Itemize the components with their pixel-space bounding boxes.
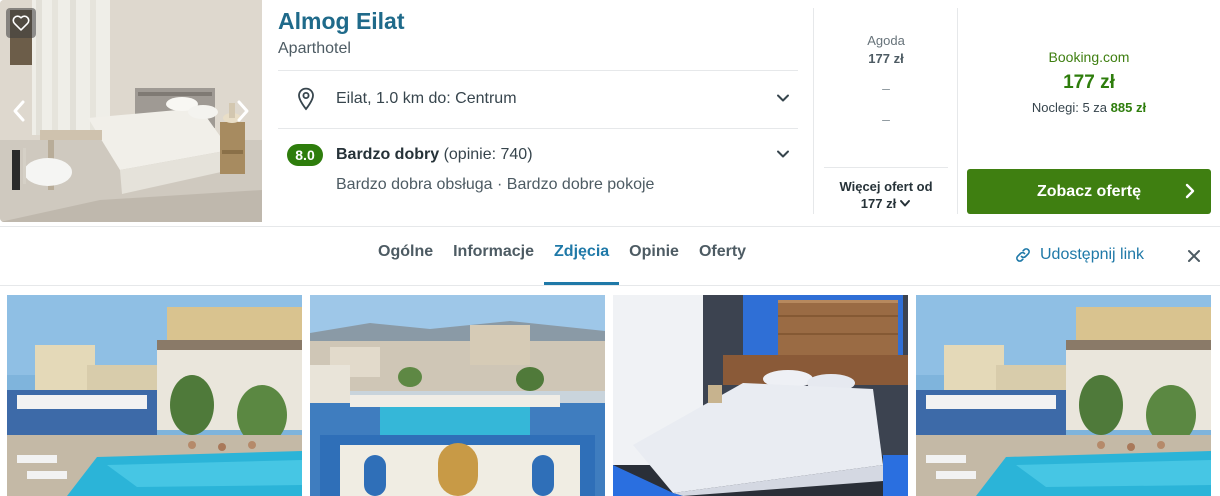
heart-icon [12, 15, 30, 31]
next-photo-button[interactable] [232, 96, 254, 126]
link-icon [1016, 248, 1030, 262]
view-deal-label: Zobacz ofertę [1036, 182, 1141, 200]
alternative-offers: Agoda 177 zł – – Więcej ofert od 177 zł [814, 0, 958, 222]
previous-photo-button[interactable] [8, 96, 30, 126]
location-row[interactable]: Eilat, 1.0 km do: Centrum [278, 71, 798, 128]
share-link-button[interactable]: Udostępnij link [1014, 246, 1144, 264]
more-offers-price-wrap: 177 zł [861, 196, 911, 211]
tab-overview[interactable]: Ogólne [368, 227, 443, 285]
chevron-down-icon [900, 200, 911, 207]
more-offers-label: Więcej ofert od [839, 179, 933, 194]
gallery-photo[interactable] [916, 295, 1211, 496]
bedroom-image [613, 295, 908, 496]
best-offer-price[interactable]: 177 zł [958, 72, 1220, 94]
details-tab-bar: Ogólne Informacje Zdjęcia Opinie Oferty … [0, 226, 1220, 286]
tab-deals[interactable]: Oferty [689, 227, 756, 285]
hotel-result-card: Almog Eilat Aparthotel Eilat, 1.0 km do:… [0, 0, 1220, 226]
tab-photos[interactable]: Zdjęcia [544, 227, 620, 285]
photo-gallery [7, 295, 1213, 496]
view-deal-button[interactable]: Zobacz ofertę [967, 169, 1211, 214]
tab-reviews[interactable]: Opinie [619, 227, 689, 285]
hotel-type: Aparthotel [278, 40, 351, 57]
rooftop-pool-image [310, 295, 605, 496]
share-link-label: Udostępnij link [1040, 246, 1145, 263]
rating-score-badge: 8.0 [287, 144, 323, 166]
location-text: Eilat, 1.0 km do: Centrum [336, 90, 517, 107]
close-icon [1188, 250, 1200, 262]
chevron-right-icon [237, 100, 249, 122]
rating-summary: Bardzo dobry (opinie: 740) [336, 146, 533, 164]
favorite-button[interactable] [6, 8, 36, 38]
nights-prefix: Noclegi: 5 za [1031, 100, 1108, 115]
pool-building-image [7, 295, 302, 496]
chevron-left-icon [13, 100, 25, 122]
best-offer: Booking.com 177 zł Noclegi: 5 za 885 zł … [958, 0, 1220, 222]
hotel-room-image [0, 0, 262, 222]
rating-row[interactable]: 8.0 Bardzo dobry (opinie: 740) Bardzo do… [278, 129, 798, 222]
close-button[interactable] [1184, 246, 1204, 266]
hotel-name[interactable]: Almog Eilat [278, 8, 405, 35]
best-offer-nights: Noclegi: 5 za 885 zł [958, 100, 1220, 115]
chevron-down-icon [777, 150, 789, 158]
tab-list: Ogólne Informacje Zdjęcia Opinie Oferty [368, 227, 756, 285]
more-offers-button[interactable]: Więcej ofert od 177 zł [824, 167, 948, 215]
gallery-photo[interactable] [310, 295, 605, 496]
pool-building-image [916, 295, 1211, 496]
alt-offer-price[interactable]: 177 zł [814, 51, 958, 66]
nights-total: 885 zł [1110, 100, 1147, 115]
best-offer-site[interactable]: Booking.com [958, 49, 1220, 65]
alt-offer-empty: – [882, 111, 890, 127]
tab-info[interactable]: Informacje [443, 227, 544, 285]
gallery-photo[interactable] [613, 295, 908, 496]
hotel-info: Almog Eilat Aparthotel Eilat, 1.0 km do:… [278, 0, 798, 222]
review-count: (opinie: 740) [443, 146, 533, 163]
more-offers-price: 177 zł [860, 196, 897, 211]
rating-highlights: Bardzo dobra obsługa · Bardzo dobre poko… [336, 176, 655, 193]
alt-offer-empty: – [882, 80, 890, 96]
gallery-photo[interactable] [7, 295, 302, 496]
chevron-right-icon [1185, 183, 1195, 199]
chevron-down-icon [777, 94, 789, 102]
hotel-main-photo[interactable] [0, 0, 262, 222]
alt-offer-site[interactable]: Agoda [814, 33, 958, 48]
rating-label: Bardzo dobry [336, 146, 440, 163]
location-pin-icon [298, 87, 314, 111]
